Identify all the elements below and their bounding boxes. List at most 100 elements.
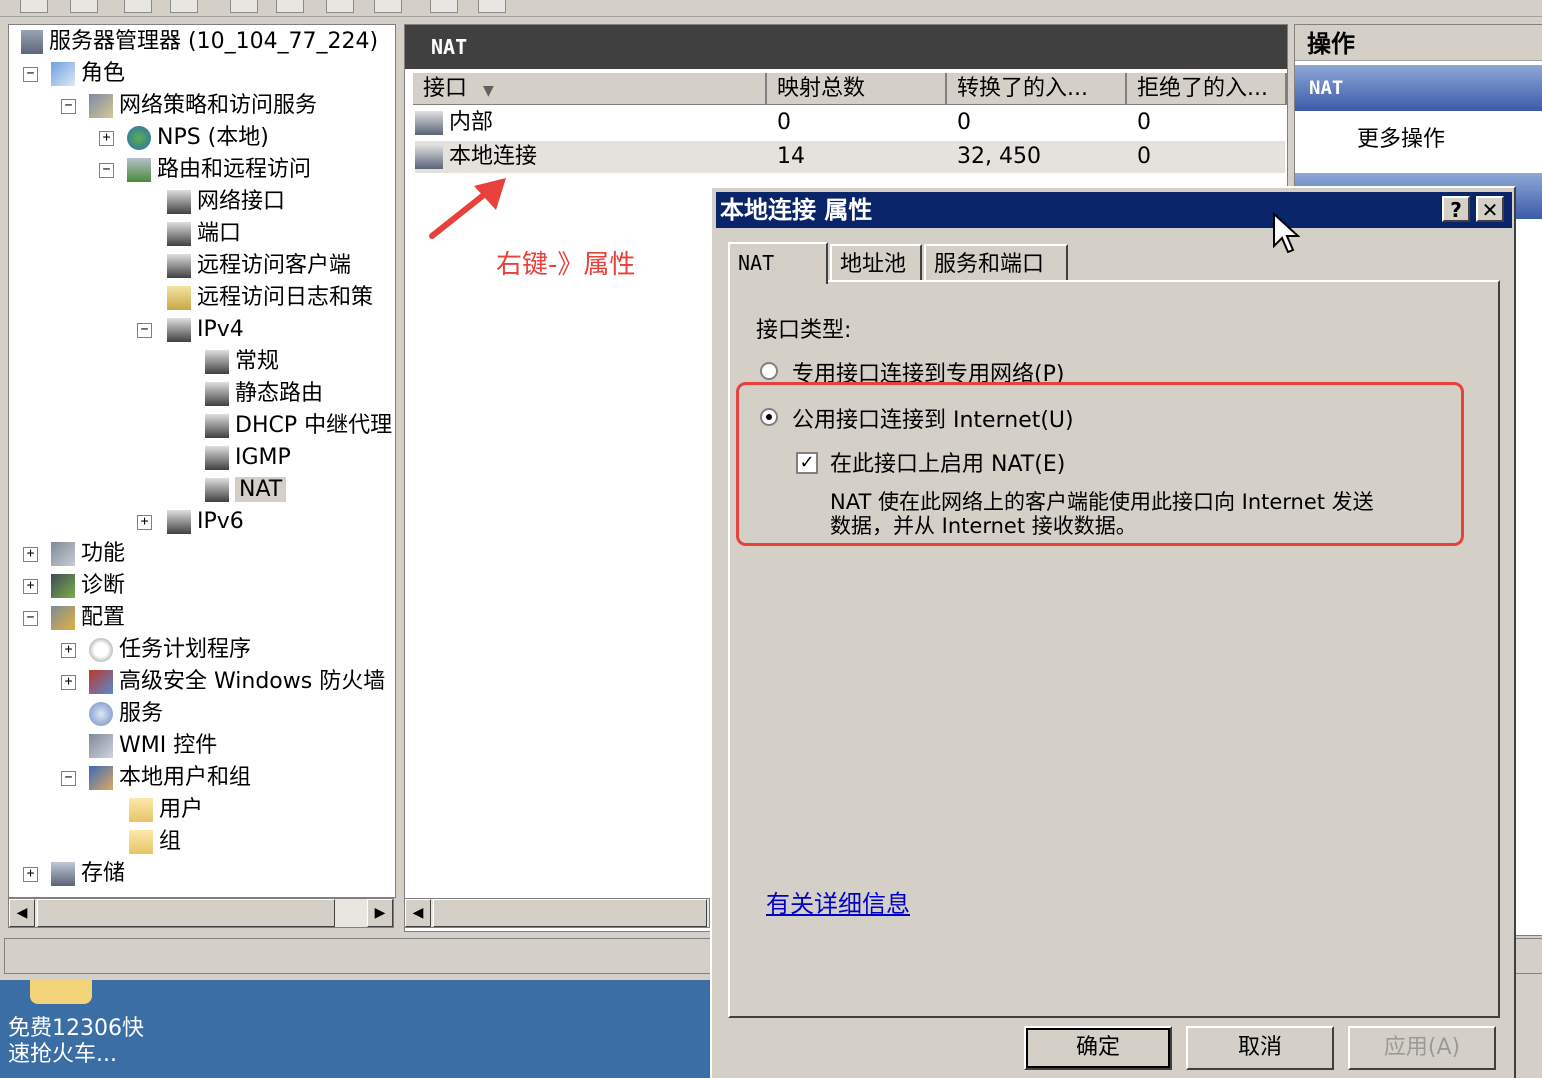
tab-nat[interactable]: NAT — [728, 242, 828, 284]
arrow-annotation-icon — [429, 178, 506, 239]
more-info-link[interactable]: 有关详细信息 — [766, 884, 910, 919]
expand-icon[interactable]: + — [23, 579, 38, 594]
forward-icon[interactable] — [70, 0, 98, 13]
tree-item-features[interactable]: + 功能 — [23, 539, 125, 569]
tree-root[interactable]: 服务器管理器 (10_104_77_224) — [21, 27, 378, 57]
diagnostics-icon — [51, 574, 75, 598]
view-icon[interactable] — [170, 0, 198, 13]
tree-item-igmp[interactable]: IGMP — [205, 443, 291, 473]
column-header-interface[interactable]: 接口 ▼ — [413, 73, 767, 105]
tree-item-firewall[interactable]: + 高级安全 Windows 防火墙 — [61, 667, 385, 697]
tree-item-storage[interactable]: + 存储 — [23, 859, 125, 889]
features-icon — [51, 542, 75, 566]
export-icon[interactable] — [374, 0, 402, 13]
refresh-icon[interactable] — [326, 0, 354, 13]
scroll-right-icon[interactable]: ▶ — [367, 899, 393, 927]
collapse-icon[interactable]: − — [61, 99, 76, 114]
collapse-icon[interactable]: − — [23, 67, 38, 82]
radio-private[interactable] — [760, 362, 778, 380]
folder-icon[interactable] — [124, 0, 152, 13]
help-icon[interactable] — [430, 0, 458, 13]
folder-icon — [129, 830, 153, 854]
network-icon — [167, 318, 191, 342]
properties-icon[interactable] — [276, 0, 304, 13]
tree-item-remote-clients[interactable]: 远程访问客户端 — [167, 251, 351, 281]
network-icon — [205, 478, 229, 502]
tree-item-rras[interactable]: − 路由和远程访问 — [99, 155, 311, 185]
scroll-left-icon[interactable]: ◀ — [405, 899, 431, 927]
tab-address-pool[interactable]: 地址池 — [830, 244, 922, 282]
clock-icon — [89, 638, 113, 662]
results-hscrollbar[interactable]: ◀ — [404, 898, 710, 928]
column-header-mappings[interactable]: 映射总数 — [767, 73, 947, 105]
expand-icon[interactable]: + — [99, 131, 114, 146]
tree-item-groups[interactable]: 组 — [129, 827, 181, 857]
tree-item-nat[interactable]: NAT — [205, 475, 287, 505]
tree-item-remote-logging[interactable]: 远程访问日志和策 — [167, 283, 373, 313]
more-actions-link[interactable]: 更多操作 — [1357, 121, 1445, 153]
routing-icon — [127, 158, 151, 182]
back-icon[interactable] — [20, 0, 48, 13]
interface-icon — [415, 111, 443, 135]
tree-item-wmi[interactable]: WMI 控件 — [89, 731, 217, 761]
pane-title: NAT — [405, 25, 1287, 69]
ok-button[interactable]: 确定 — [1024, 1026, 1172, 1070]
tree-item-ports[interactable]: 端口 — [167, 219, 241, 249]
close-button[interactable]: ✕ — [1476, 196, 1504, 222]
tree-item-roles[interactable]: − 角色 — [23, 59, 125, 89]
scroll-left-icon[interactable]: ◀ — [9, 899, 35, 927]
tree-item-nps-local[interactable]: + NPS (本地) — [99, 123, 269, 153]
collapse-icon[interactable]: − — [61, 771, 76, 786]
tree-item-diagnostics[interactable]: + 诊断 — [23, 571, 125, 601]
dialog-title-bar[interactable]: 本地连接 属性 ? ✕ — [716, 192, 1512, 228]
tab-services-ports[interactable]: 服务和端口 — [924, 244, 1068, 282]
table-row-selected[interactable]: 本地连接 14 32, 450 0 — [415, 141, 1285, 173]
policy-icon — [89, 94, 113, 118]
expand-icon[interactable]: + — [137, 515, 152, 530]
column-header-translated[interactable]: 转换了的入... — [947, 73, 1127, 105]
gear-icon — [89, 702, 113, 726]
tree-item-users[interactable]: 用户 — [129, 795, 203, 825]
users-icon — [89, 766, 113, 790]
tree-item-ipv6[interactable]: + IPv6 — [137, 507, 244, 537]
tree-item-ipv4[interactable]: − IPv4 — [137, 315, 244, 345]
tree-item-general[interactable]: 常规 — [205, 347, 279, 377]
tree-item-nps-service[interactable]: − 网络策略和访问服务 — [61, 91, 317, 121]
collapse-icon[interactable]: − — [99, 163, 114, 178]
collapse-icon[interactable]: − — [23, 611, 38, 626]
tree-item-services[interactable]: 服务 — [89, 699, 163, 729]
toolbar — [0, 0, 1542, 17]
console-icon[interactable] — [478, 0, 506, 13]
firewall-icon — [89, 670, 113, 694]
status-bar-right — [1514, 938, 1542, 974]
scroll-thumb[interactable] — [433, 899, 707, 927]
scroll-thumb[interactable] — [37, 899, 335, 927]
expand-icon[interactable]: + — [61, 675, 76, 690]
app-shortcut-icon[interactable] — [30, 980, 92, 1004]
expand-icon[interactable]: + — [61, 643, 76, 658]
wmi-icon — [89, 734, 113, 758]
help-button[interactable]: ? — [1442, 196, 1470, 222]
tree-item-network-interfaces[interactable]: 网络接口 — [167, 187, 285, 217]
desktop-shortcut-label[interactable]: 免费12306快 速抢火车... — [8, 1016, 188, 1068]
highlight-box — [736, 382, 1464, 546]
cancel-button[interactable]: 取消 — [1186, 1026, 1334, 1070]
collapse-icon[interactable]: − — [137, 323, 152, 338]
tree-item-dhcp-relay[interactable]: DHCP 中继代理 — [205, 411, 392, 441]
expand-icon[interactable]: + — [23, 547, 38, 562]
tree-item-task-scheduler[interactable]: + 任务计划程序 — [61, 635, 251, 665]
network-icon — [205, 350, 229, 374]
table-row[interactable]: 内部 0 0 0 — [415, 107, 1285, 139]
tree-item-local-users[interactable]: − 本地用户和组 — [61, 763, 251, 793]
expand-icon[interactable]: + — [23, 867, 38, 882]
server-icon — [21, 30, 43, 54]
column-header-rejected[interactable]: 拒绝了的入... — [1127, 73, 1287, 105]
folder-icon — [129, 798, 153, 822]
network-icon — [205, 382, 229, 406]
tree-item-static-routes[interactable]: 静态路由 — [205, 379, 323, 409]
delete-icon[interactable] — [230, 0, 258, 13]
actions-section-nat[interactable]: NAT — [1295, 65, 1542, 111]
tree-hscrollbar[interactable]: ◀ ▶ — [8, 898, 394, 928]
tree-item-configuration[interactable]: − 配置 — [23, 603, 125, 633]
apply-button[interactable]: 应用(A) — [1348, 1026, 1496, 1070]
